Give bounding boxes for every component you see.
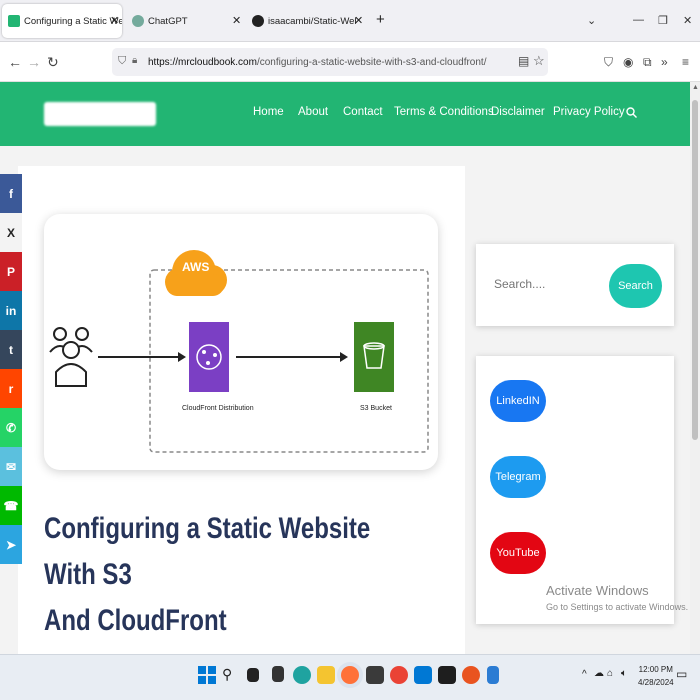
- article-title-line-2: And CloudFront: [44, 604, 227, 637]
- extensions-icon[interactable]: ⧉: [643, 55, 652, 70]
- account-icon[interactable]: ◉: [623, 55, 633, 69]
- app-icon[interactable]: [366, 666, 384, 684]
- tray-network-icon[interactable]: ⌂: [607, 668, 613, 679]
- tab-chatgpt[interactable]: ChatGPT: [126, 4, 236, 38]
- clock-time: 12:00 PM: [638, 665, 673, 674]
- task-view-icon[interactable]: [247, 668, 259, 682]
- menu-disclaimer[interactable]: Disclaimer: [491, 106, 545, 118]
- close-tab-icon[interactable]: ✕: [232, 14, 241, 27]
- close-tab-icon[interactable]: ✕: [110, 14, 119, 27]
- close-window-button[interactable]: ✕: [683, 14, 692, 27]
- cloudfront-label: CloudFront Distribution: [182, 405, 254, 412]
- url-path: /configuring-a-static-website-with-s3-an…: [256, 56, 487, 68]
- email-icon[interactable]: ✉: [0, 447, 22, 486]
- shield-icon: ⛉: [118, 55, 127, 67]
- github-icon: [252, 15, 264, 27]
- start-windows-icon[interactable]: [198, 666, 216, 684]
- navigation-toolbar: ← → ↻ ⛉ 🔒︎ https://mrcloudbook.com/confi…: [0, 42, 700, 82]
- whatsapp-icon[interactable]: ✆: [0, 408, 22, 447]
- bookmark-star-icon[interactable]: ☆: [533, 53, 545, 69]
- s3-label: S3 Bucket: [360, 405, 392, 412]
- cloudfront-icon: [189, 322, 229, 392]
- more-tools-icon[interactable]: »: [661, 55, 668, 69]
- search-button[interactable]: Search: [609, 264, 662, 308]
- forward-arrow-icon[interactable]: →: [27, 54, 41, 70]
- notepad-icon[interactable]: [487, 666, 499, 684]
- chatgpt-icon: [132, 15, 144, 27]
- menu-contact[interactable]: Contact: [343, 106, 383, 118]
- tab-label: ChatGPT: [148, 15, 188, 27]
- terminal-icon[interactable]: [438, 666, 456, 684]
- reader-view-icon[interactable]: ▤: [518, 54, 529, 68]
- pocket-icon[interactable]: ⛉: [604, 55, 613, 70]
- new-tab-button[interactable]: +: [376, 11, 385, 28]
- vscode-icon[interactable]: [414, 666, 432, 684]
- s3-bucket-icon: [354, 322, 394, 392]
- url-host: https://mrcloudbook.com: [148, 56, 257, 68]
- phone-icon[interactable]: ☎: [0, 486, 22, 525]
- file-explorer-icon[interactable]: [317, 666, 335, 684]
- close-tab-icon[interactable]: ✕: [354, 14, 363, 27]
- facebook-icon[interactable]: f: [0, 174, 22, 213]
- menu-privacy-policy[interactable]: Privacy Policy: [553, 106, 625, 118]
- telegram-button[interactable]: Telegram: [490, 456, 546, 498]
- activate-windows-watermark: Activate Windows Go to Settings to activ…: [546, 583, 688, 612]
- linkedin-icon[interactable]: in: [0, 291, 22, 330]
- tab-list-chevron-icon[interactable]: ⌄: [587, 14, 596, 27]
- tab-github-static-website[interactable]: isaacambi/Static-Website: [246, 4, 356, 38]
- firefox-icon[interactable]: [341, 666, 359, 684]
- telegram-icon[interactable]: ➤: [0, 525, 22, 564]
- watermark-title: Activate Windows: [546, 583, 649, 598]
- address-bar[interactable]: ⛉ 🔒︎ https://mrcloudbook.com/configuring…: [112, 48, 548, 76]
- pinterest-icon[interactable]: P: [0, 252, 22, 291]
- linkedin-button[interactable]: LinkedIN: [490, 380, 546, 422]
- taskbar-clock[interactable]: 12:00 PM 4/28/2024: [638, 663, 674, 689]
- tab-label: Configuring a Static Website W: [24, 15, 122, 27]
- windows-taskbar: ⚲ ^ ☁ ⌂ 🔈︎ 12:00 PM 4/28/2024 ▭: [0, 654, 700, 700]
- search-icon[interactable]: [626, 107, 637, 118]
- tab-configuring-static-website[interactable]: Configuring a Static Website W: [2, 4, 122, 38]
- menu-terms-conditions[interactable]: Terms & Conditions: [394, 106, 494, 118]
- reload-icon[interactable]: ↻: [47, 54, 59, 71]
- aws-label: AWS: [182, 260, 210, 274]
- menu-about[interactable]: About: [298, 106, 328, 118]
- edge-icon[interactable]: [293, 666, 311, 684]
- youtube-button[interactable]: YouTube: [490, 532, 546, 574]
- scrollbar-thumb[interactable]: [692, 100, 698, 440]
- clock-date: 4/28/2024: [638, 678, 674, 687]
- minimize-button[interactable]: —: [633, 14, 644, 26]
- tray-cloud-icon[interactable]: ☁: [594, 668, 604, 679]
- users-icon: [49, 327, 93, 387]
- tab-label: isaacambi/Static-Website: [268, 15, 356, 27]
- tray-volume-icon[interactable]: 🔈︎: [621, 668, 627, 679]
- browser-tab-bar: Configuring a Static Website W ✕ ChatGPT…: [0, 0, 700, 42]
- site-favicon-icon: [8, 15, 20, 27]
- lock-icon: 🔒︎: [132, 55, 138, 66]
- notification-icon[interactable]: ▭: [676, 667, 687, 681]
- x-icon[interactable]: X: [0, 213, 22, 252]
- architecture-diagram: [49, 250, 429, 453]
- tray-chevron-icon[interactable]: ^: [582, 669, 587, 680]
- article-title: Configuring a Static Website With S3 And…: [44, 506, 428, 644]
- taskbar-search-icon[interactable]: ⚲: [222, 666, 240, 684]
- main-navigation: Home About Contact Terms & Conditions Di…: [0, 106, 690, 124]
- app-menu-icon[interactable]: ≡: [682, 55, 689, 69]
- social-share-bar: f X Pin t r ✆ ✉ ☎ ➤: [0, 174, 22, 564]
- article-title-line-1: Configuring a Static Website With S3: [44, 512, 371, 591]
- featured-image-diagram: AWS CloudFront Distribution S3 Bucket: [44, 214, 438, 470]
- widgets-icon[interactable]: [272, 666, 284, 682]
- site-header: Home About Contact Terms & Conditions Di…: [0, 82, 690, 146]
- maximize-button[interactable]: ❐: [658, 14, 668, 27]
- chrome-icon[interactable]: [390, 666, 408, 684]
- back-arrow-icon[interactable]: ←: [8, 54, 22, 70]
- watermark-subtitle: Go to Settings to activate Windows.: [546, 602, 689, 612]
- tumblr-icon[interactable]: t: [0, 330, 22, 369]
- menu-home[interactable]: Home: [253, 106, 284, 118]
- reddit-icon[interactable]: r: [0, 369, 22, 408]
- ubuntu-icon[interactable]: [462, 666, 480, 684]
- scroll-up-icon[interactable]: ▲: [692, 84, 699, 91]
- search-input[interactable]: [494, 277, 594, 291]
